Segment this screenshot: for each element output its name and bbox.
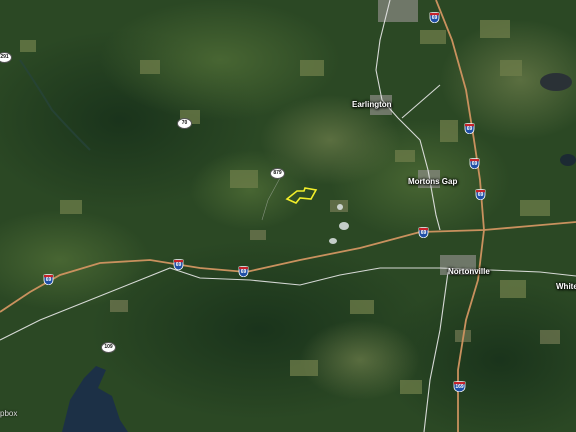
shield-number: 69 — [240, 269, 247, 275]
shield-number: 69 — [420, 230, 427, 236]
interstate-shield-icon: 169 — [453, 381, 466, 392]
place-label-nortonville: Nortonville — [448, 267, 490, 276]
shield-number: 69 — [477, 192, 484, 198]
interstate-shield-icon: 69 — [464, 123, 475, 134]
shield-number: 69 — [175, 262, 182, 268]
interstate-shield-icon: 69 — [43, 274, 54, 285]
shield-number: 69 — [466, 126, 473, 132]
shield-number: 169 — [455, 384, 464, 390]
shield-number: 69 — [431, 15, 438, 21]
place-label-white: White — [556, 282, 576, 291]
interstate-shield-icon: 69 — [238, 266, 249, 277]
interstate-shield-icon: 69 — [173, 259, 184, 270]
interstate-shield-icon: 69 — [429, 12, 440, 23]
route-marker-icon: 879 — [270, 168, 285, 179]
interstate-shield-icon: 69 — [475, 189, 486, 200]
map-imagery — [0, 0, 576, 432]
satellite-map[interactable]: Earlington Mortons Gap Nortonville White… — [0, 0, 576, 432]
route-marker-icon: 109 — [101, 342, 116, 353]
shield-number: 69 — [471, 161, 478, 167]
shield-number: 69 — [45, 277, 52, 283]
place-label-earlington: Earlington — [352, 100, 392, 109]
map-attribution[interactable]: pbox — [0, 409, 17, 418]
place-label-mortons-gap: Mortons Gap — [408, 177, 458, 186]
interstate-shield-icon: 69 — [418, 227, 429, 238]
interstate-shield-icon: 69 — [469, 158, 480, 169]
route-marker-icon: 70 — [177, 118, 192, 129]
